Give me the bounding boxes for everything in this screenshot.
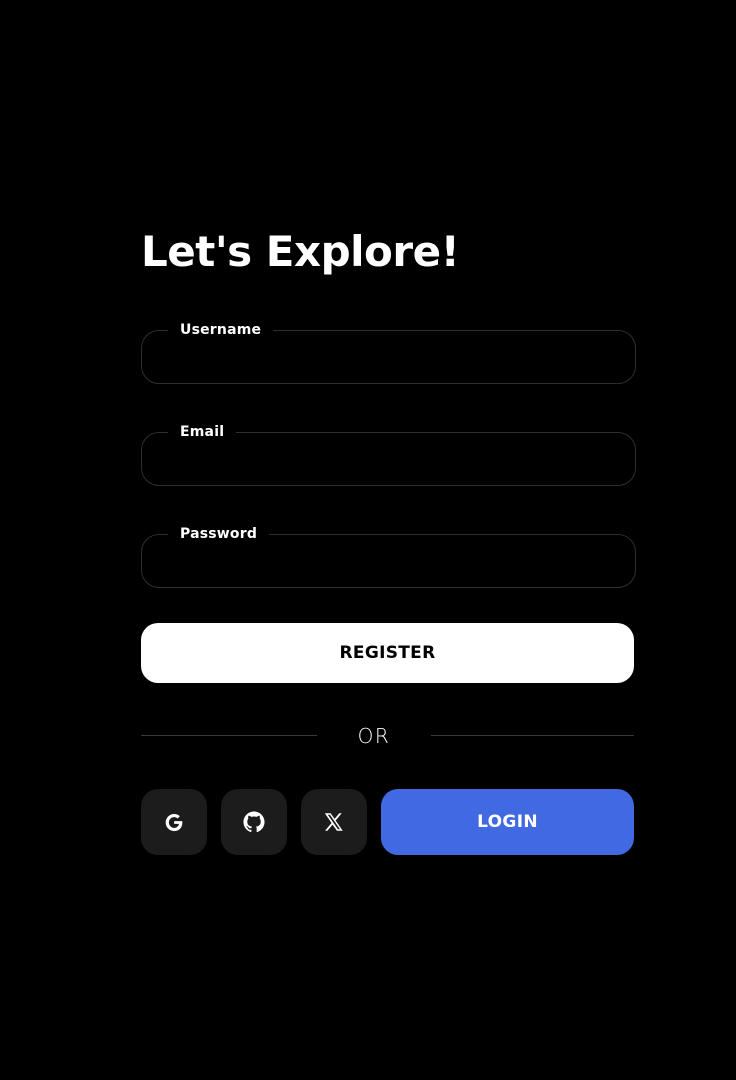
page-title: Let's Explore! <box>141 227 460 276</box>
email-label: Email <box>180 424 225 440</box>
username-label: Username <box>180 322 262 338</box>
or-divider-text: OR <box>357 724 391 748</box>
email-input[interactable] <box>166 454 611 482</box>
x-login-button[interactable] <box>301 789 367 855</box>
email-field[interactable]: Email <box>141 424 636 486</box>
password-input[interactable] <box>166 556 611 584</box>
password-field[interactable]: Password <box>141 526 636 588</box>
register-button[interactable]: REGISTER <box>141 623 634 683</box>
login-button[interactable]: LOGIN <box>381 789 634 855</box>
google-login-button[interactable] <box>141 789 207 855</box>
divider-line-right <box>431 735 634 736</box>
username-field[interactable]: Username <box>141 322 636 384</box>
divider-line-left <box>141 735 317 736</box>
github-icon <box>243 811 265 833</box>
username-input[interactable] <box>166 352 611 380</box>
x-icon <box>323 811 345 833</box>
google-icon <box>163 811 185 833</box>
github-login-button[interactable] <box>221 789 287 855</box>
password-label: Password <box>180 526 258 542</box>
